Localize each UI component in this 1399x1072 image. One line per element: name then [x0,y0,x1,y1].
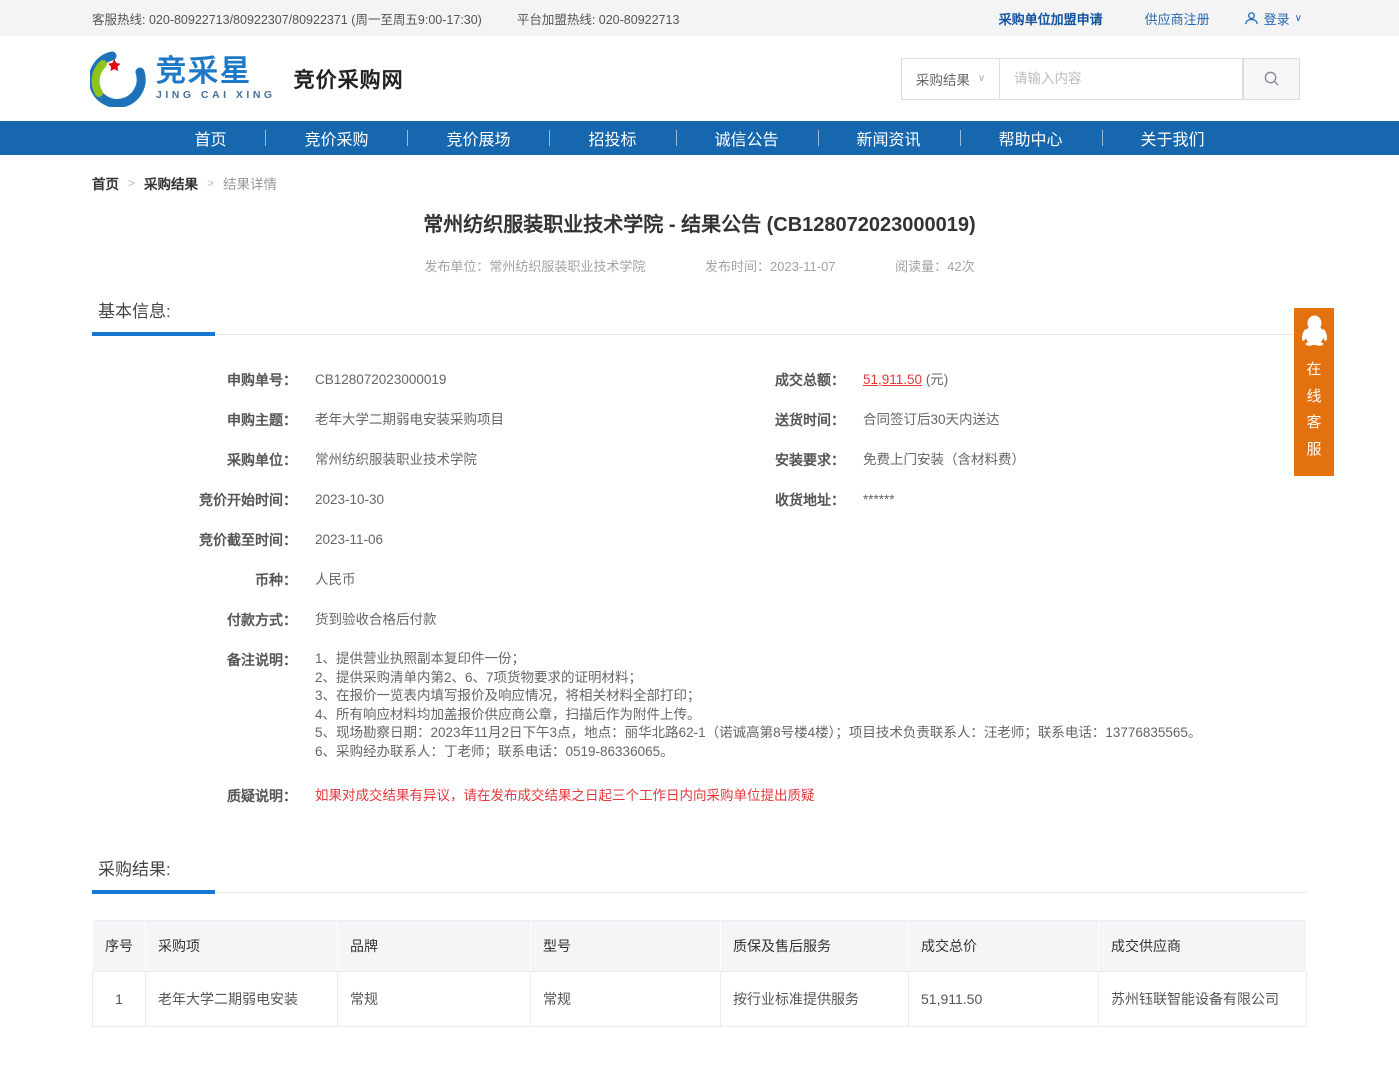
cell-item: 老年大学二期弱电安装 [146,972,338,1027]
remark-line: 4、所有响应材料均加盖报价供应商公章，扫描后作为附件上传。 [315,706,1201,725]
result-section-title: 采购结果: [92,855,175,892]
nav-bidding-hall[interactable]: 竞价展场 [407,121,549,155]
cell-index: 1 [93,972,146,1027]
purchase-unit-join-link[interactable]: 采购单位加盟申请 [999,9,1103,28]
table-header-row: 序号 采购项 品牌 型号 质保及售后服务 成交总价 成交供应商 [93,921,1307,972]
login-label: 登录 [1264,9,1290,28]
field-delivery-address: 收货地址： ****** [652,490,1307,513]
cell-model: 常规 [531,972,721,1027]
main-nav: 首页 竞价采购 竞价展场 招投标 诚信公告 新闻资讯 帮助中心 关于我们 [0,121,1399,155]
remark-line: 5、现场勘察日期：2023年11月2日下午3点，地点：丽华北路62-1（诺诚高第… [315,724,1201,743]
nav-home[interactable]: 首页 [155,121,265,155]
site-logo[interactable]: 竞采星 JING CAI XING [90,51,276,107]
basic-info-section-title: 基本信息: [92,297,175,334]
online-service-label: 在线客服 [1306,357,1322,463]
breadcrumb-separator: > [207,176,214,190]
nav-bidding-purchase[interactable]: 竞价采购 [265,121,407,155]
page-title: 常州纺织服装职业技术学院 - 结果公告 (CB128072023000019) [0,208,1399,237]
col-item: 采购项 [146,921,338,972]
table-row: 1 老年大学二期弱电安装 常规 常规 按行业标准提供服务 51,911.50 苏… [93,972,1307,1027]
question-text: 如果对成交结果有异议，请在发布成交结果之日起三个工作日内向采购单位提出质疑 [315,786,815,806]
publisher: 发布单位：常州纺织服装职业技术学院 [424,259,645,274]
field-question-note: 质疑说明： 如果对成交结果有异议，请在发布成交结果之日起三个工作日内向采购单位提… [92,786,1307,809]
site-header: 竞采星 JING CAI XING 竞价采购网 采购结果 ∨ [0,36,1399,121]
cell-supplier: 苏州钰联智能设备有限公司 [1099,972,1307,1027]
total-amount-link[interactable]: 51,911.50 [863,372,922,387]
field-currency: 币种： 人民币 [92,570,1307,593]
field-total-amount: 成交总额： 51,911.50 (元) [652,370,1307,393]
nav-tendering[interactable]: 招投标 [549,121,675,155]
field-remark: 备注说明： 1、提供营业执照副本复印件一份； 2、提供采购清单内第2、6、7项货… [92,650,1307,761]
field-install-requirement: 安装要求： 免费上门安装（含材料费） [652,450,1307,473]
nav-integrity-notice[interactable]: 诚信公告 [676,121,818,155]
col-model: 型号 [531,921,721,972]
cell-total-price: 51,911.50 [909,972,1099,1027]
field-delivery-time: 送货时间： 合同签订后30天内送达 [652,410,1307,433]
article-meta: 发布单位：常州纺织服装职业技术学院 发布时间：2023-11-07 阅读量：42… [0,256,1399,275]
remark-line: 2、提供采购清单内第2、6、7项货物要求的证明材料； [315,669,1201,688]
remark-line: 6、采购经办联系人：丁老师；联系电话：0519-86336065。 [315,743,1201,762]
chevron-down-icon: ∨ [978,73,985,84]
basic-info-section-head: 基本信息: [92,297,1307,335]
login-link[interactable]: 登录 ∨ [1244,9,1302,28]
result-section-head: 采购结果: [92,855,1307,893]
field-payment: 付款方式： 货到验收合格后付款 [92,610,1307,633]
col-supplier: 成交供应商 [1099,921,1307,972]
logo-swirl-icon [90,51,146,107]
field-end-time: 竞价截至时间： 2023-11-06 [92,530,1307,553]
nav-help-center[interactable]: 帮助中心 [960,121,1102,155]
breadcrumb-results[interactable]: 采购结果 [144,173,198,193]
col-total-price: 成交总价 [909,921,1099,972]
breadcrumb-home[interactable]: 首页 [92,173,119,193]
nav-news[interactable]: 新闻资讯 [818,121,960,155]
remark-lines: 1、提供营业执照副本复印件一份； 2、提供采购清单内第2、6、7项货物要求的证明… [315,650,1201,761]
amount-unit: (元) [922,372,948,387]
result-table: 序号 采购项 品牌 型号 质保及售后服务 成交总价 成交供应商 1 老年大学二期… [92,920,1307,1027]
breadcrumb-separator: > [128,176,135,190]
view-count: 阅读量：42次 [895,259,974,274]
cell-warranty: 按行业标准提供服务 [721,972,909,1027]
basic-info-body: 申购单号： CB128072023000019 申购主题： 老年大学二期弱电安装… [92,335,1307,809]
publish-time: 发布时间：2023-11-07 [705,259,836,274]
service-hotline: 客服热线: 020-80922713/80922307/80922371 (周一… [92,9,482,28]
search-category-select[interactable]: 采购结果 ∨ [901,58,1000,100]
nav-about-us[interactable]: 关于我们 [1102,121,1244,155]
search-input[interactable] [1000,58,1243,100]
cell-brand: 常规 [338,972,531,1027]
online-service-tab[interactable]: 在线客服 [1294,308,1334,476]
top-utility-bar: 客服热线: 020-80922713/80922307/80922371 (周一… [0,0,1399,36]
col-index: 序号 [93,921,146,972]
brand-name: 竞采星 [156,57,276,87]
supplier-register-link[interactable]: 供应商注册 [1145,9,1210,28]
remark-line: 1、提供营业执照副本复印件一份； [315,650,1201,669]
col-warranty: 质保及售后服务 [721,921,909,972]
breadcrumb: 首页 > 采购结果 > 结果详情 [0,155,1399,193]
search-button[interactable] [1243,58,1300,100]
search-icon [1263,70,1280,87]
chevron-down-icon: ∨ [1295,13,1302,24]
breadcrumb-current: 结果详情 [223,173,277,193]
col-brand: 品牌 [338,921,531,972]
remark-line: 3、在报价一览表内填写报价及响应情况，将相关材料全部打印； [315,687,1201,706]
brand-subtitle: JING CAI XING [156,90,276,101]
platform-hotline: 平台加盟热线: 020-80922713 [517,9,680,28]
search-bar: 采购结果 ∨ [901,58,1300,100]
site-title: 竞价采购网 [294,64,404,94]
user-icon [1244,11,1259,26]
search-category-value: 采购结果 [916,69,970,89]
qq-penguin-icon [1301,315,1328,346]
